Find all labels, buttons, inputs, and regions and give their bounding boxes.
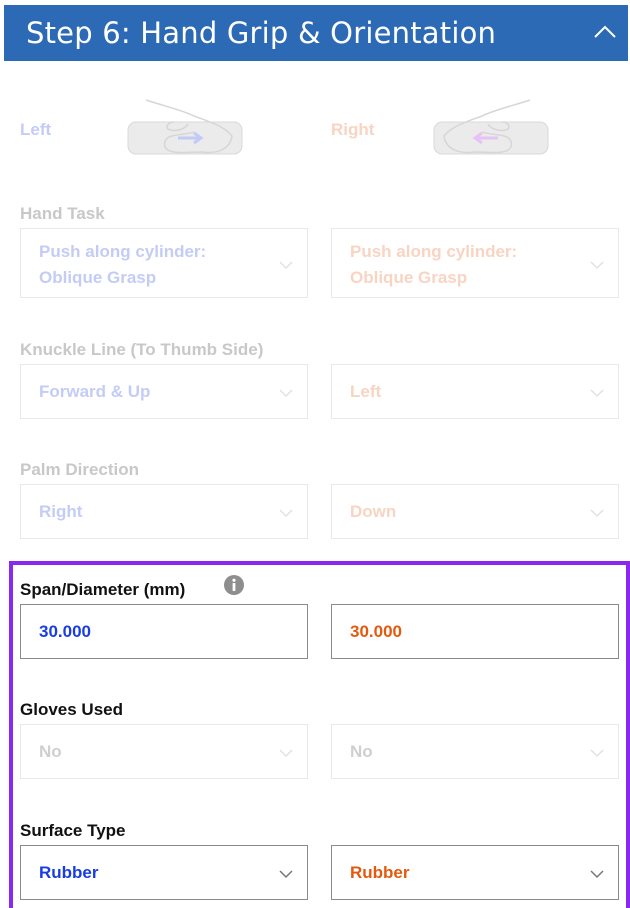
left-hand-label: Left xyxy=(20,120,52,139)
gloves-used-label: Gloves Used xyxy=(20,700,123,719)
chevron-down-icon xyxy=(590,749,604,758)
section-header[interactable]: Step 6: Hand Grip & Orientation xyxy=(4,5,628,61)
span-diameter-left-value: 30.000 xyxy=(39,622,91,641)
hand-task-left-line1: Push along cylinder: xyxy=(39,242,207,261)
palm-direction-left-select[interactable]: Right xyxy=(20,484,308,539)
chevron-down-icon xyxy=(279,749,293,758)
knuckle-line-left-select[interactable]: Forward & Up xyxy=(20,364,308,419)
hand-task-label: Hand Task xyxy=(20,204,105,223)
surface-type-label: Surface Type xyxy=(20,821,126,840)
chevron-down-icon xyxy=(279,389,293,398)
span-diameter-label: Span/Diameter (mm) xyxy=(20,580,186,599)
span-diameter-left-input[interactable]: 30.000 xyxy=(20,604,308,659)
knuckle-line-left-value: Forward & Up xyxy=(39,382,151,401)
knuckle-line-label: Knuckle Line (To Thumb Side) xyxy=(20,340,264,359)
chevron-down-icon xyxy=(590,389,604,398)
hand-task-left-line2: Oblique Grasp xyxy=(39,268,157,287)
hand-task-right-select[interactable]: Push along cylinder: Oblique Grasp xyxy=(331,228,619,298)
chevron-down-icon xyxy=(279,261,293,270)
section-title: Step 6: Hand Grip & Orientation xyxy=(26,16,497,50)
gloves-used-right-select[interactable]: No xyxy=(331,724,619,779)
chevron-down-icon xyxy=(590,870,604,879)
chevron-down-icon xyxy=(279,870,293,879)
knuckle-line-right-select[interactable]: Left xyxy=(331,364,619,419)
chevron-down-icon xyxy=(590,509,604,518)
knuckle-line-right-value: Left xyxy=(350,382,382,401)
hand-task-left-select[interactable]: Push along cylinder: Oblique Grasp xyxy=(20,228,308,298)
gloves-used-right-value: No xyxy=(350,742,373,761)
span-diameter-right-value: 30.000 xyxy=(350,622,402,641)
chevron-up-icon[interactable] xyxy=(592,19,618,45)
surface-type-left-value: Rubber xyxy=(39,863,99,882)
hand-task-right-line2: Oblique Grasp xyxy=(350,268,468,287)
palm-direction-left-value: Right xyxy=(39,502,83,521)
gloves-used-left-select[interactable]: No xyxy=(20,724,308,779)
hand-task-right-line1: Push along cylinder: xyxy=(350,242,518,261)
span-diameter-right-input[interactable]: 30.000 xyxy=(331,604,619,659)
hand-grip-left-icon xyxy=(127,99,243,155)
chevron-down-icon xyxy=(279,509,293,518)
palm-direction-label: Palm Direction xyxy=(20,460,140,479)
right-hand-label: Right xyxy=(331,120,375,139)
info-icon[interactable] xyxy=(224,575,244,595)
chevron-down-icon xyxy=(590,261,604,270)
surface-type-right-value: Rubber xyxy=(350,863,410,882)
palm-direction-right-select[interactable]: Down xyxy=(331,484,619,539)
surface-type-left-select[interactable]: Rubber xyxy=(20,845,308,900)
gloves-used-left-value: No xyxy=(39,742,62,761)
hand-grip-right-icon xyxy=(433,99,549,155)
palm-direction-right-value: Down xyxy=(350,502,397,521)
surface-type-right-select[interactable]: Rubber xyxy=(331,845,619,900)
